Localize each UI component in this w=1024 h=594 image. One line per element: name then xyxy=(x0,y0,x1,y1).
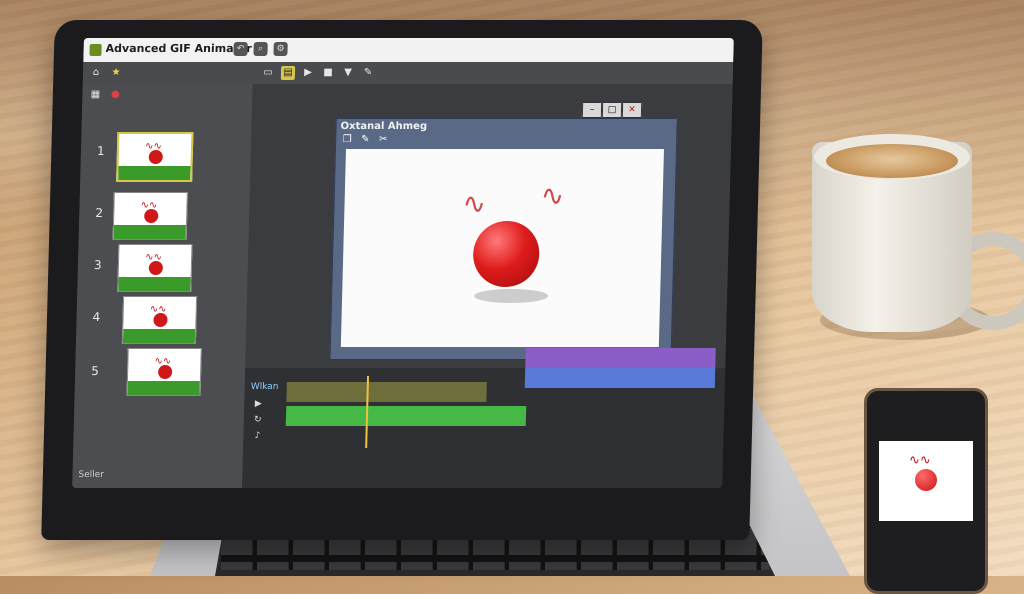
frame-number: 4 xyxy=(92,310,101,324)
canvas-window: Oxtanal Ahmeg ❐ ✎ ✂ ∿ ∿ xyxy=(329,118,678,360)
red-ball xyxy=(915,469,937,491)
smartphone: ∿∿ xyxy=(864,388,988,594)
settings-icon[interactable]: ⚙ xyxy=(273,42,288,56)
app-logo-icon xyxy=(89,44,102,56)
ball-shadow xyxy=(473,289,549,303)
play-icon[interactable]: ▶ xyxy=(252,398,264,410)
squiggle-mark: ∿∿ xyxy=(909,453,931,468)
brush-icon[interactable]: ✎ xyxy=(361,66,375,80)
save-icon[interactable]: ▤ xyxy=(280,66,296,80)
home-icon[interactable]: ⌂ xyxy=(89,66,103,80)
maximize-icon[interactable]: □ xyxy=(601,102,623,118)
timeline-label: Wlkan xyxy=(250,382,279,392)
drawing-canvas[interactable]: ∿ ∿ xyxy=(340,149,664,347)
grass-strip xyxy=(127,381,200,395)
cut-icon[interactable]: ✂ xyxy=(376,133,390,147)
filter-icon[interactable]: ▼ xyxy=(341,66,355,80)
undo-icon[interactable]: ↶ xyxy=(233,42,248,56)
ball-shape xyxy=(148,150,163,164)
ball-shape xyxy=(157,365,173,379)
frame-number: 2 xyxy=(95,206,104,220)
minimize-icon[interactable]: – xyxy=(581,102,603,118)
ball-shape xyxy=(144,209,159,223)
grass-strip xyxy=(118,166,191,180)
play-icon[interactable]: ▶ xyxy=(301,66,315,80)
timeline-track-2[interactable] xyxy=(285,406,527,426)
volume-icon[interactable]: ♪ xyxy=(251,430,263,442)
squiggle-left: ∿ xyxy=(462,187,487,220)
star-icon[interactable]: ★ xyxy=(109,66,123,80)
coffee-surface xyxy=(826,144,958,178)
timeline-panel: Wlkan ▶ ↻ ♪ xyxy=(242,348,726,488)
grass-strip xyxy=(122,329,196,343)
squiggle-right: ∿ xyxy=(540,179,565,212)
zoom-icon[interactable]: ⌕ xyxy=(253,42,268,56)
loop-icon[interactable]: ↻ xyxy=(252,414,264,426)
app-titlebar: Advanced GIF Animator ↶ ⌕ ⚙ xyxy=(83,38,734,62)
copy-icon[interactable]: ❐ xyxy=(340,133,354,147)
phone-screen: ∿∿ xyxy=(879,441,973,521)
record-icon[interactable]: ● xyxy=(108,88,122,102)
app-title: Advanced GIF Animator xyxy=(105,42,252,55)
frame-thumbnail-5[interactable]: ∿∿ xyxy=(126,348,202,396)
grass-strip xyxy=(113,225,186,239)
pen-icon[interactable]: ✎ xyxy=(358,133,372,147)
frame-number: 3 xyxy=(93,258,102,272)
timeline-track-3[interactable] xyxy=(525,348,716,368)
laptop-screen: Advanced GIF Animator ↶ ⌕ ⚙ ⌂ ★ ▭ ▤ ▶ ■ … xyxy=(72,38,734,488)
ball-shape xyxy=(153,313,168,327)
grass-strip xyxy=(118,277,191,291)
frame-thumbnail-4[interactable]: ∿∿ xyxy=(121,296,198,344)
red-ball xyxy=(472,221,541,287)
stop-icon[interactable]: ■ xyxy=(321,66,335,80)
frames-panel: ▦ ● 1 ∿∿ 2 ∿∿ 3 ∿∿ 4 ∿∿ 5 ∿∿ Seller xyxy=(72,84,253,488)
frame-thumbnail-3[interactable]: ∿∿ xyxy=(117,244,193,292)
ball-shape xyxy=(148,261,164,275)
grid-icon[interactable]: ▦ xyxy=(88,88,102,102)
folder-icon[interactable]: ▭ xyxy=(261,66,275,80)
frame-number: 1 xyxy=(96,144,105,158)
main-toolbar: ⌂ ★ ▭ ▤ ▶ ■ ▼ ✎ xyxy=(82,62,734,84)
timeline-track-4[interactable] xyxy=(524,368,716,388)
close-icon[interactable]: ✕ xyxy=(621,102,643,118)
frame-thumbnail-2[interactable]: ∿∿ xyxy=(112,192,188,240)
timeline-track-1[interactable] xyxy=(286,382,487,402)
frame-thumbnail-1[interactable]: ∿∿ xyxy=(116,132,194,182)
frame-number: 5 xyxy=(90,364,99,378)
status-text: Seller xyxy=(78,470,105,480)
canvas-window-title: Oxtanal Ahmeg xyxy=(340,121,428,132)
